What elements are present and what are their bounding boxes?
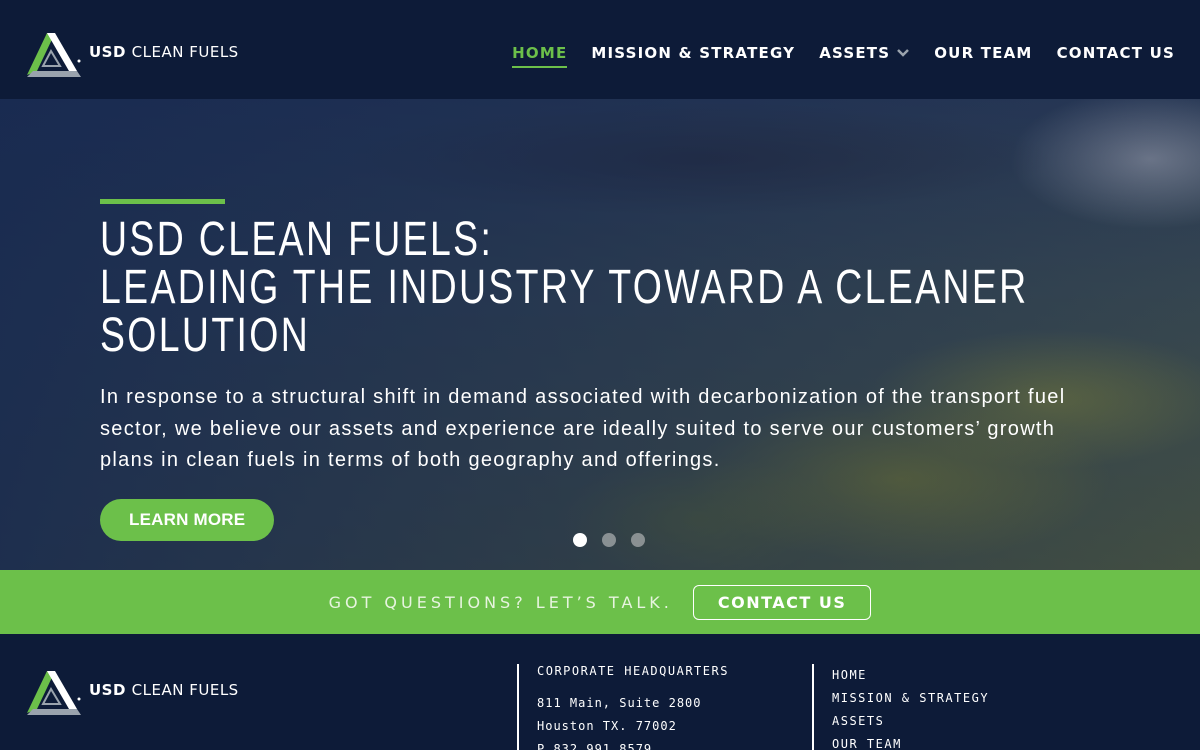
triangle-logo-icon xyxy=(27,33,81,77)
hero-slider: USD CLEAN FUELS: LEADING THE INDUSTRY TO… xyxy=(0,99,1200,570)
cta-text: GOT QUESTIONS? LET’S TALK. xyxy=(328,592,673,612)
contact-cta-band: GOT QUESTIONS? LET’S TALK. CONTACT US xyxy=(0,570,1200,634)
site-footer: USD CLEAN FUELS CORPORATE HEADQUARTERS 8… xyxy=(0,634,1200,750)
address-line2: Houston TX. 77002 xyxy=(537,719,677,733)
nav-our-team[interactable]: OUR TEAM xyxy=(934,44,1032,62)
footer-link-home[interactable]: HOME xyxy=(832,664,989,687)
slider-dot-2[interactable] xyxy=(602,533,616,547)
hero-title: USD CLEAN FUELS: LEADING THE INDUSTRY TO… xyxy=(100,216,1098,360)
cta-contact-button[interactable]: CONTACT US xyxy=(692,584,872,620)
footer-links-column: HOME MISSION & STRATEGY ASSETS OUR TEAM xyxy=(812,664,989,750)
triangle-logo-icon xyxy=(27,671,81,715)
footer-link-mission-strategy[interactable]: MISSION & STRATEGY xyxy=(832,687,989,710)
hero-title-line1: USD CLEAN FUELS: xyxy=(100,213,494,266)
learn-more-button[interactable]: LEARN MORE xyxy=(100,498,275,541)
nav-home[interactable]: HOME xyxy=(512,44,568,68)
footer-brand-name: USD CLEAN FUELS xyxy=(89,681,239,699)
brand-logo[interactable]: USD CLEAN FUELS xyxy=(25,25,239,79)
nav-mission-strategy[interactable]: MISSION & STRATEGY xyxy=(591,44,795,62)
footer-links: HOME MISSION & STRATEGY ASSETS OUR TEAM xyxy=(832,664,989,750)
main-nav: HOME MISSION & STRATEGY ASSETS OUR TEAM … xyxy=(488,44,1175,68)
chevron-down-icon xyxy=(897,49,910,57)
footer-link-our-team[interactable]: OUR TEAM xyxy=(832,733,989,750)
nav-contact-us[interactable]: CONTACT US xyxy=(1057,44,1175,62)
hero-content: USD CLEAN FUELS: LEADING THE INDUSTRY TO… xyxy=(100,199,1100,541)
site-header: USD CLEAN FUELS HOME MISSION & STRATEGY … xyxy=(0,0,1200,99)
slider-dot-1[interactable] xyxy=(573,533,587,547)
hero-title-line2: LEADING THE INDUSTRY TOWARD A CLEANER SO… xyxy=(100,261,1029,362)
nav-assets[interactable]: ASSETS xyxy=(819,44,910,62)
hero-accent-bar xyxy=(100,199,225,204)
slider-dot-3[interactable] xyxy=(631,533,645,547)
footer-logo[interactable]: USD CLEAN FUELS xyxy=(25,663,239,717)
phone-number[interactable]: P 832.991.8579 xyxy=(537,742,729,750)
hq-heading: CORPORATE HEADQUARTERS xyxy=(537,664,729,678)
address-line1: 811 Main, Suite 2800 xyxy=(537,696,702,710)
slider-dots xyxy=(573,533,660,547)
footer-link-assets[interactable]: ASSETS xyxy=(832,710,989,733)
brand-name: USD CLEAN FUELS xyxy=(89,43,239,61)
hero-description: In response to a structural shift in dem… xyxy=(100,386,1066,471)
footer-address-column: CORPORATE HEADQUARTERS 811 Main, Suite 2… xyxy=(517,664,729,750)
